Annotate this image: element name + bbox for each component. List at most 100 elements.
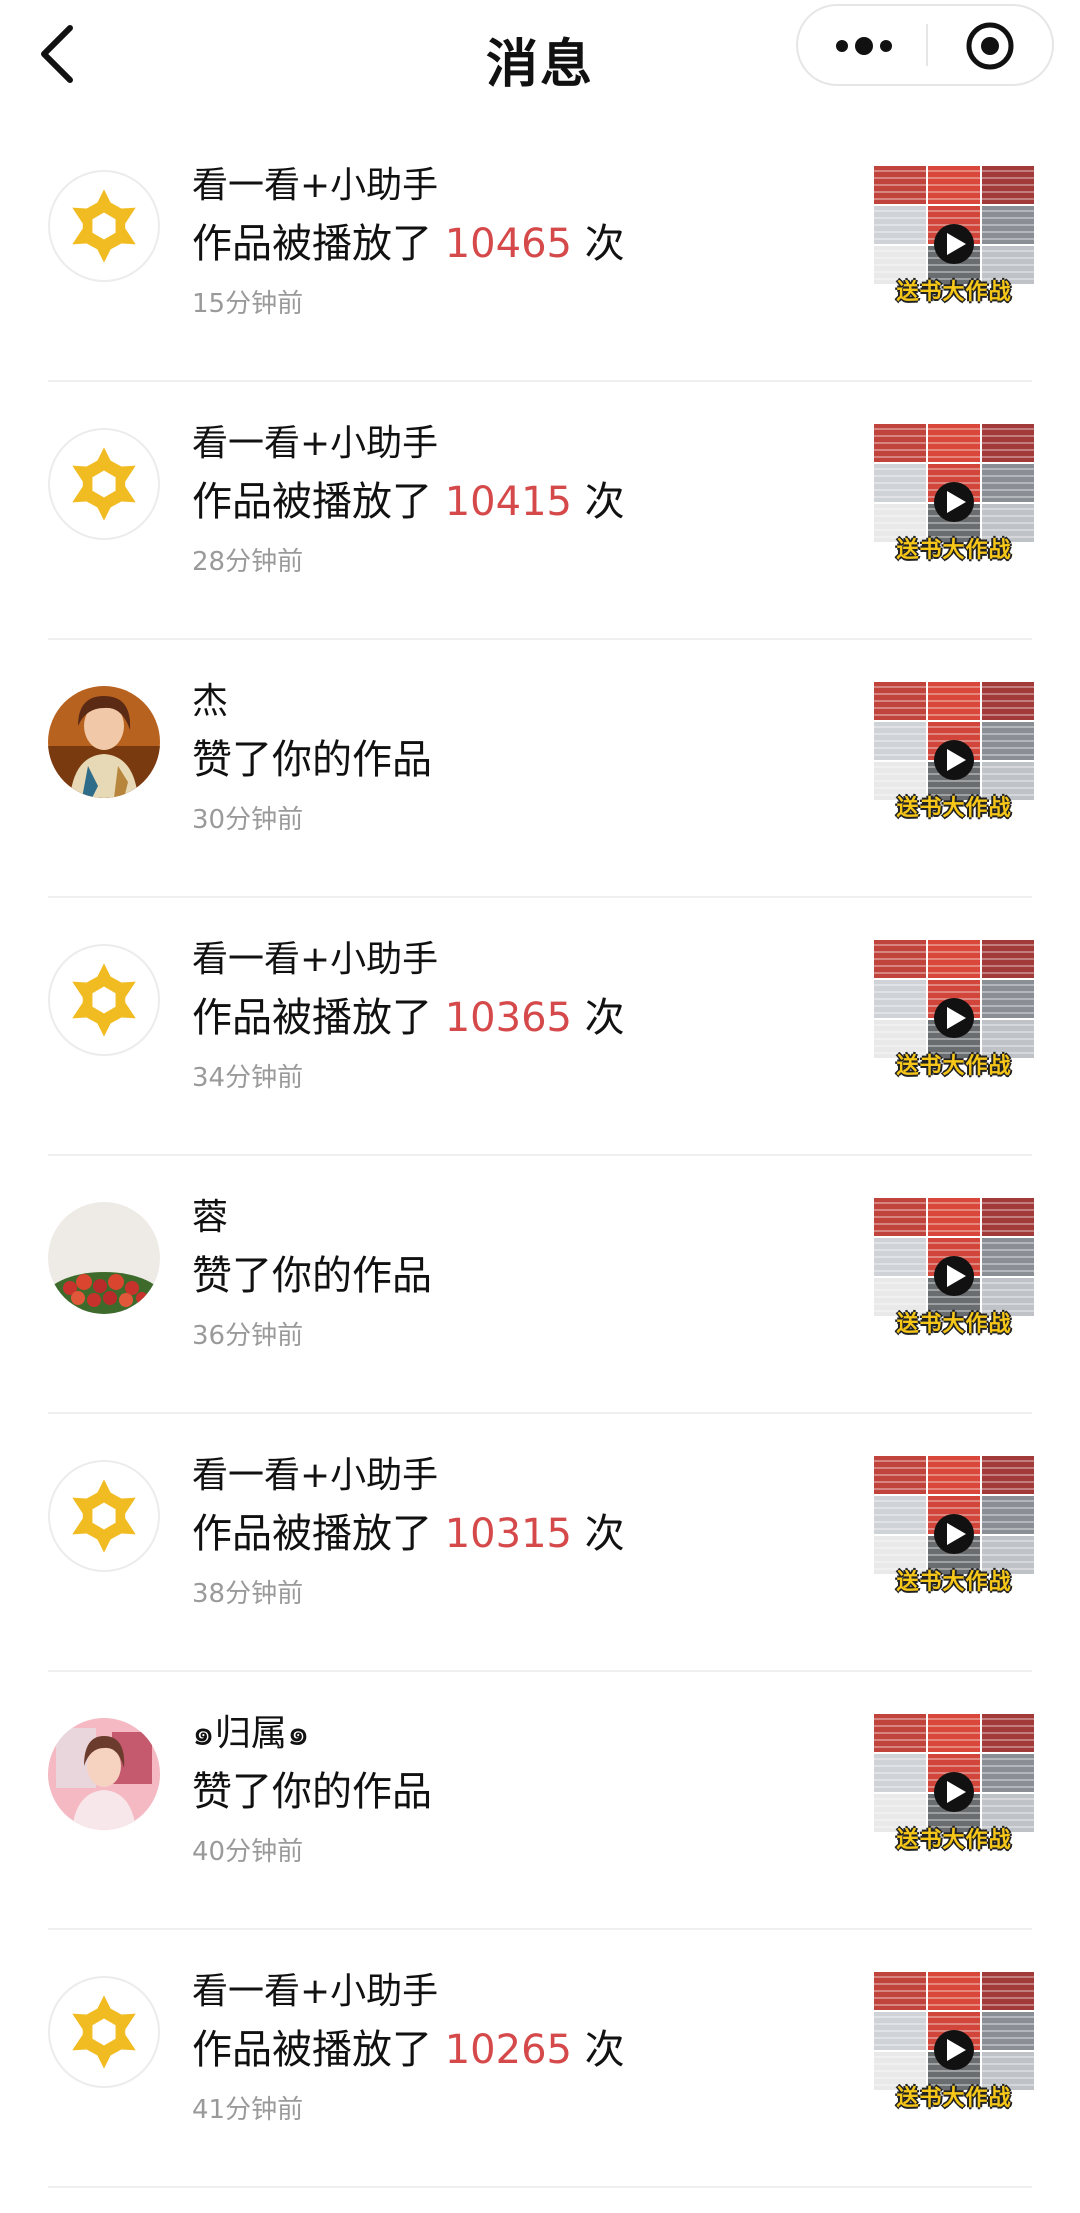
play-count: 10465 (444, 221, 572, 267)
sender-name: 看一看+小助手 (192, 165, 439, 206)
message-time: 41分钟前 (192, 2095, 304, 2125)
close-mini-program-button[interactable] (928, 6, 1052, 84)
user-avatar[interactable] (48, 686, 160, 798)
video-thumbnail[interactable]: 送书大作战 (874, 940, 1034, 1084)
message-text: 赞了你的作品 (192, 1769, 432, 1815)
message-prefix: 作品被播放了 (192, 221, 445, 267)
message-item[interactable]: 蓉 赞了你的作品 36分钟前 送书大作战 (0, 1156, 1080, 1414)
message-item[interactable]: 杰 赞了你的作品 30分钟前 送书大作战 (0, 640, 1080, 898)
message-content: 看一看+小助手 作品被播放了 10465 次 15分钟前 (192, 162, 840, 322)
thumbnail-image (874, 166, 1034, 284)
message-time: 15分钟前 (192, 289, 304, 319)
assistant-logo-icon (72, 189, 136, 263)
message-content: 看一看+小助手 作品被播放了 10315 次 38分钟前 (192, 1452, 840, 1612)
sender-name: 看一看+小助手 (192, 1455, 439, 1496)
message-content: 蓉 赞了你的作品 36分钟前 (192, 1194, 840, 1354)
message-prefix: 作品被播放了 (192, 1511, 445, 1557)
assistant-avatar[interactable] (48, 944, 160, 1056)
message-text: 作品被播放了 10315 次 (192, 1506, 840, 1562)
user-photo-icon (48, 686, 160, 798)
thumbnail-image (874, 1972, 1034, 2090)
sender-name: 看一看+小助手 (192, 423, 439, 464)
play-count: 10265 (444, 2027, 572, 2073)
thumbnail-caption: 送书大作战 (896, 2086, 1012, 2111)
user-photo-icon (48, 1202, 160, 1314)
video-thumbnail[interactable]: 送书大作战 (874, 1198, 1034, 1342)
user-avatar[interactable] (48, 1202, 160, 1314)
message-item[interactable]: 看一看+小助手 作品被播放了 10415 次 28分钟前 送书大作战 (0, 382, 1080, 640)
thumbnail-image (874, 1198, 1034, 1316)
message-time: 40分钟前 (192, 1837, 304, 1867)
message-time: 34分钟前 (192, 1063, 304, 1093)
play-count: 10415 (444, 479, 572, 525)
user-photo-icon (48, 1718, 160, 1830)
message-content: 杰 赞了你的作品 30分钟前 (192, 678, 840, 838)
message-prefix: 作品被播放了 (192, 2027, 445, 2073)
record-icon (966, 22, 1014, 70)
message-suffix: 次 (571, 995, 625, 1041)
navigation-bar: 消息 (0, 0, 1080, 124)
video-thumbnail[interactable]: 送书大作战 (874, 682, 1034, 826)
message-text: 作品被播放了 10365 次 (192, 990, 840, 1046)
thumbnail-image (874, 1714, 1034, 1832)
assistant-avatar[interactable] (48, 1976, 160, 2088)
thumbnail-image (874, 424, 1034, 542)
sender-name: 杰 (192, 681, 229, 722)
message-item[interactable]: 看一看+小助手 作品被播放了 10465 次 15分钟前 送书大作战 (0, 124, 1080, 382)
message-text: 作品被播放了 10415 次 (192, 474, 840, 530)
divider (48, 2186, 1032, 2188)
thumbnail-caption: 送书大作战 (896, 280, 1012, 305)
message-list: 看一看+小助手 作品被播放了 10465 次 15分钟前 送书大作战 看一看+小… (0, 124, 1080, 2188)
message-suffix: 次 (571, 479, 625, 525)
message-prefix: 作品被播放了 (192, 995, 445, 1041)
thumbnail-caption: 送书大作战 (896, 538, 1012, 563)
play-count: 10315 (444, 1511, 572, 1557)
thumbnail-caption: 送书大作战 (896, 1054, 1012, 1079)
user-avatar[interactable] (48, 1718, 160, 1830)
message-content: 看一看+小助手 作品被播放了 10365 次 34分钟前 (192, 936, 840, 1096)
thumbnail-image (874, 1456, 1034, 1574)
thumbnail-image (874, 940, 1034, 1058)
thumbnail-image (874, 682, 1034, 800)
video-thumbnail[interactable]: 送书大作战 (874, 1714, 1034, 1858)
message-text: 赞了你的作品 (192, 737, 432, 783)
message-item[interactable]: 看一看+小助手 作品被播放了 10315 次 38分钟前 送书大作战 (0, 1414, 1080, 1672)
assistant-logo-icon (72, 1479, 136, 1553)
sender-name: ๑归属๑ (192, 1713, 310, 1754)
sender-name: 看一看+小助手 (192, 1971, 439, 2012)
video-thumbnail[interactable]: 送书大作战 (874, 424, 1034, 568)
message-suffix: 次 (571, 1511, 625, 1557)
thumbnail-caption: 送书大作战 (896, 1312, 1012, 1337)
assistant-avatar[interactable] (48, 428, 160, 540)
message-text: 作品被播放了 10465 次 (192, 216, 840, 272)
more-dots-icon (836, 37, 892, 55)
assistant-logo-icon (72, 963, 136, 1037)
message-item[interactable]: 看一看+小助手 作品被播放了 10365 次 34分钟前 送书大作战 (0, 898, 1080, 1156)
message-item[interactable]: ๑归属๑ 赞了你的作品 40分钟前 送书大作战 (0, 1672, 1080, 1930)
message-text: 作品被播放了 10265 次 (192, 2022, 840, 2078)
message-text: 赞了你的作品 (192, 1253, 432, 1299)
message-suffix: 次 (571, 221, 625, 267)
message-prefix: 作品被播放了 (192, 479, 445, 525)
message-item[interactable]: 看一看+小助手 作品被播放了 10265 次 41分钟前 送书大作战 (0, 1930, 1080, 2188)
video-thumbnail[interactable]: 送书大作战 (874, 1456, 1034, 1600)
video-thumbnail[interactable]: 送书大作战 (874, 166, 1034, 310)
assistant-avatar[interactable] (48, 1460, 160, 1572)
message-content: 看一看+小助手 作品被播放了 10415 次 28分钟前 (192, 420, 840, 580)
thumbnail-caption: 送书大作战 (896, 796, 1012, 821)
mini-program-capsule (796, 4, 1054, 86)
assistant-logo-icon (72, 1995, 136, 2069)
message-time: 36分钟前 (192, 1321, 304, 1351)
play-count: 10365 (444, 995, 572, 1041)
sender-name: 蓉 (192, 1197, 229, 1238)
message-content: 看一看+小助手 作品被播放了 10265 次 41分钟前 (192, 1968, 840, 2128)
thumbnail-caption: 送书大作战 (896, 1570, 1012, 1595)
thumbnail-caption: 送书大作战 (896, 1828, 1012, 1853)
video-thumbnail[interactable]: 送书大作战 (874, 1972, 1034, 2116)
message-time: 38分钟前 (192, 1579, 304, 1609)
more-menu-button[interactable] (798, 6, 926, 84)
message-suffix: 次 (571, 2027, 625, 2073)
assistant-avatar[interactable] (48, 170, 160, 282)
message-time: 28分钟前 (192, 547, 304, 577)
assistant-logo-icon (72, 447, 136, 521)
